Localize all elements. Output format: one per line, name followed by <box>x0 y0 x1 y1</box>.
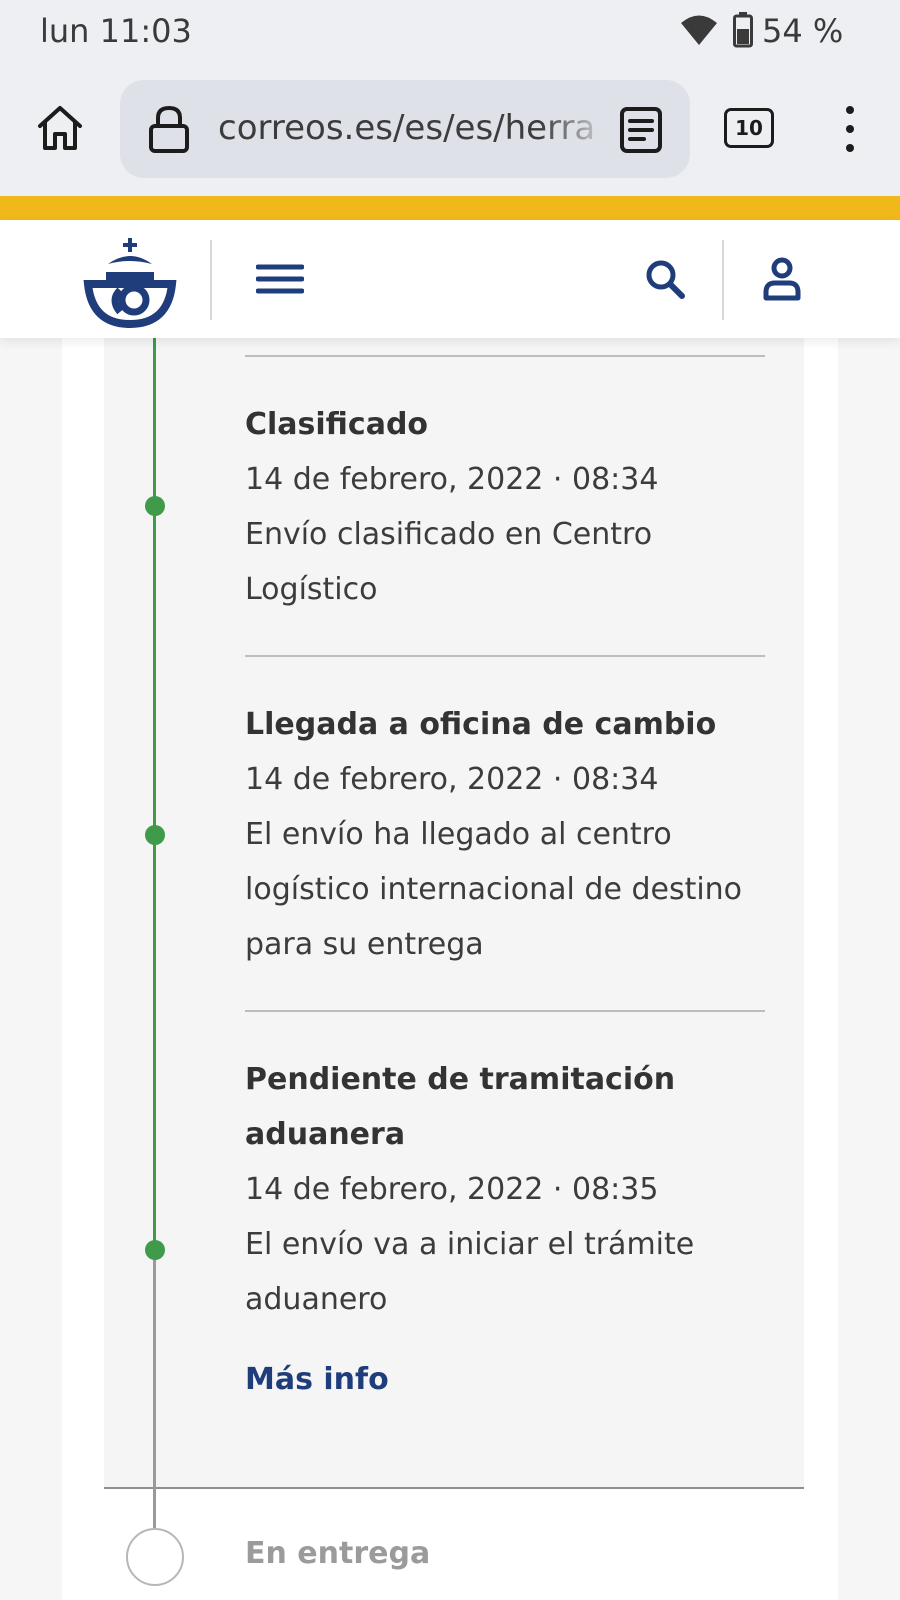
event-date: 14 de febrero, 2022 · 08:35 <box>245 1172 659 1207</box>
timeline-line-pending <box>153 1258 156 1528</box>
header-divider <box>722 240 724 320</box>
user-icon[interactable] <box>762 256 802 302</box>
event-description: El envío ha llegado al centro <box>245 817 672 852</box>
timeline-dot <box>145 1240 165 1260</box>
status-time: lun 11:03 <box>40 12 192 50</box>
site-header <box>0 220 900 338</box>
event-date: 14 de febrero, 2022 · 08:34 <box>245 762 659 797</box>
tracking-event: Llegada a oficina de cambio 14 de febrer… <box>245 697 775 972</box>
event-divider <box>245 655 765 657</box>
event-title: aduanera <box>245 1117 406 1152</box>
tracking-event: Pendiente de tramitación aduanera 14 de … <box>245 1052 775 1327</box>
header-divider <box>210 240 212 320</box>
event-divider <box>245 355 765 357</box>
tracking-event: Clasificado 14 de febrero, 2022 · 08:34 … <box>245 397 775 617</box>
event-title: Pendiente de tramitación <box>245 1062 676 1097</box>
event-description: Envío clasificado en Centro <box>245 517 653 552</box>
event-description: logístico internacional de destino <box>245 872 743 907</box>
timeline-dot <box>145 825 165 845</box>
battery-percentage: 54 % <box>762 12 844 50</box>
event-description: Logístico <box>245 572 378 607</box>
tab-switcher-button[interactable]: 10 <box>724 108 774 148</box>
event-title: Clasificado <box>245 407 429 442</box>
event-description: aduanero <box>245 1282 388 1317</box>
wifi-icon <box>681 15 717 45</box>
correos-logo-icon[interactable] <box>82 234 178 328</box>
event-divider <box>245 1010 765 1012</box>
lock-icon[interactable] <box>146 104 192 154</box>
event-date: 14 de febrero, 2022 · 08:34 <box>245 462 659 497</box>
timeline-dot <box>145 496 165 516</box>
address-bar[interactable]: correos.es/es/es/herra <box>120 80 690 178</box>
home-icon[interactable] <box>34 102 86 154</box>
status-bar: lun 11:03 54 % <box>0 0 900 62</box>
menu-dots-icon[interactable] <box>840 106 860 156</box>
more-info-link[interactable]: Más info <box>245 1362 389 1397</box>
event-title: Llegada a oficina de cambio <box>245 707 717 742</box>
timeline-line-completed <box>153 338 156 1258</box>
url-fade <box>540 100 610 160</box>
brand-stripe <box>0 196 900 220</box>
event-description: El envío va a iniciar el trámite <box>245 1227 695 1262</box>
next-step-label: En entrega <box>245 1536 431 1571</box>
reader-mode-icon[interactable] <box>618 106 664 154</box>
browser-toolbar: correos.es/es/es/herra 10 <box>0 62 900 196</box>
event-description: para su entrega <box>245 927 484 962</box>
battery-icon <box>733 12 753 48</box>
panel-bottom-divider <box>104 1487 804 1489</box>
timeline-pending-dot <box>126 1528 184 1586</box>
search-icon[interactable] <box>644 258 686 300</box>
hamburger-icon[interactable] <box>256 262 304 296</box>
